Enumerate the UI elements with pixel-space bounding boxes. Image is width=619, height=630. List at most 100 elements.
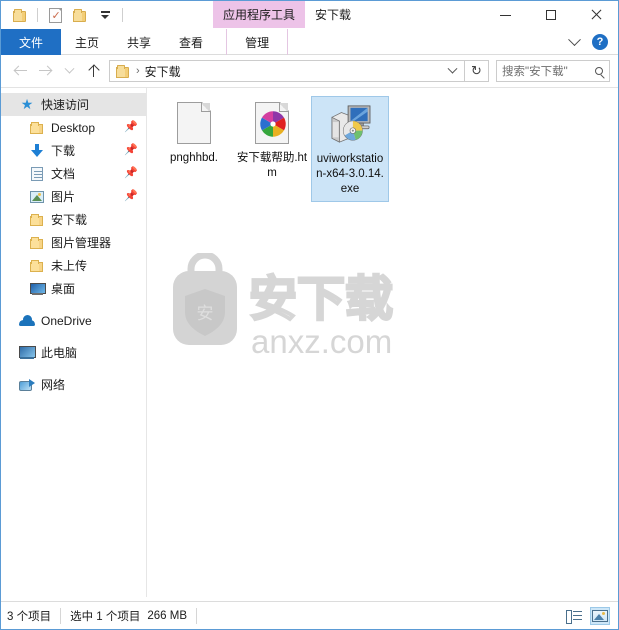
search-icon[interactable] xyxy=(595,67,603,75)
pin-icon[interactable]: 📌 xyxy=(124,190,138,202)
window-title: 安下载 xyxy=(315,1,351,28)
sidebar-item-onedrive[interactable]: OneDrive xyxy=(1,309,146,332)
tab-manage[interactable]: 管理 xyxy=(226,29,289,55)
help-icon[interactable]: ? xyxy=(592,34,608,50)
refresh-icon: ↻ xyxy=(471,63,482,78)
sidebar-item-documents[interactable]: 文档 📌 xyxy=(1,162,146,185)
tab-share-label: 共享 xyxy=(127,35,152,50)
sidebar-item-quick-access[interactable]: ★ 快速访问 xyxy=(1,93,146,116)
details-view-icon xyxy=(566,609,582,624)
file-item-label: 安下载帮助.htm xyxy=(236,152,308,179)
refresh-button[interactable]: ↻ xyxy=(465,60,489,82)
navigation-pane: ★ 快速访问 Desktop 📌 下载 📌 文档 📌 图片 📌 安下载 图片管理… xyxy=(1,88,147,597)
window-controls xyxy=(483,1,618,29)
tab-home[interactable]: 主页 xyxy=(61,29,113,55)
file-explorer-window: 应用程序工具 安下载 文件 主页 共享 查看 管理 xyxy=(0,0,619,630)
file-item-anxiazai-help-htm[interactable]: 安下载帮助.htm xyxy=(233,96,311,185)
view-toggle-group xyxy=(564,606,610,625)
nav-group-gap-1 xyxy=(1,300,146,309)
watermark-anxz: 安 安下载 anxz.com xyxy=(171,251,411,365)
maximize-button[interactable] xyxy=(528,1,573,29)
tab-file-label: 文件 xyxy=(19,35,44,50)
breadcrumb[interactable]: › 安下载 xyxy=(109,60,465,82)
sidebar-item-label: 未上传 xyxy=(51,259,88,273)
folder-icon xyxy=(29,212,45,228)
file-item-label: pnghhbd. xyxy=(170,152,218,164)
tab-file[interactable]: 文件 xyxy=(1,29,62,55)
file-item-uviworkstation-exe[interactable]: uviworkstation-x64-3.0.14.exe xyxy=(311,96,389,202)
search-input[interactable]: 搜索"安下载" xyxy=(496,60,610,82)
breadcrumb-separator: › xyxy=(136,65,140,77)
sidebar-item-label: OneDrive xyxy=(41,313,92,328)
breadcrumb-item-current[interactable]: 安下载 xyxy=(145,63,181,80)
close-button[interactable] xyxy=(573,1,618,29)
sidebar-item-image-manager[interactable]: 图片管理器 xyxy=(1,231,146,254)
large-icons-view-button[interactable] xyxy=(590,606,610,625)
sidebar-item-pictures[interactable]: 图片 📌 xyxy=(1,185,146,208)
arrow-up-icon xyxy=(87,64,100,78)
status-selection: 选中 1 个项目 xyxy=(70,610,141,623)
title-bar: 应用程序工具 安下载 xyxy=(1,1,618,29)
folder-icon[interactable] xyxy=(9,4,31,26)
pin-icon[interactable]: 📌 xyxy=(124,167,138,179)
expand-ribbon-button[interactable] xyxy=(565,32,583,51)
sidebar-item-network[interactable]: 网络 xyxy=(1,373,146,396)
sidebar-item-this-pc[interactable]: 此电脑 xyxy=(1,341,146,364)
recent-locations-button[interactable] xyxy=(57,59,81,83)
ribbon-tab-bar: 文件 主页 共享 查看 管理 ? xyxy=(1,29,618,55)
large-icons-view-icon xyxy=(592,609,608,622)
folder-icon xyxy=(29,235,45,251)
back-button[interactable] xyxy=(9,59,33,83)
tab-share[interactable]: 共享 xyxy=(113,29,165,55)
network-icon xyxy=(19,377,35,393)
status-size: 266 MB xyxy=(147,609,188,622)
sidebar-item-label: 网络 xyxy=(41,378,66,392)
sidebar-item-not-uploaded[interactable]: 未上传 xyxy=(1,254,146,277)
blank-page-icon xyxy=(169,99,219,147)
contextual-tab-header: 应用程序工具 xyxy=(213,1,305,28)
window-title-label: 安下载 xyxy=(315,8,352,22)
help-icon-label: ? xyxy=(596,36,604,48)
document-icon xyxy=(29,166,45,182)
status-divider-2 xyxy=(196,607,198,624)
up-button[interactable] xyxy=(81,59,105,83)
sidebar-item-label: 图片管理器 xyxy=(51,236,112,250)
sidebar-item-label: 快速访问 xyxy=(41,98,90,112)
nav-group-gap-2 xyxy=(1,332,146,341)
file-item-pnghhbd[interactable]: pnghhbd. xyxy=(155,96,233,170)
address-bar: › 安下载 ↻ 搜索"安下载" xyxy=(1,55,618,87)
sidebar-item-label: 此电脑 xyxy=(41,346,78,360)
sidebar-item-label: 文档 xyxy=(51,167,76,181)
status-item-count: 3 个项目 xyxy=(7,610,52,623)
folder-icon xyxy=(116,64,131,78)
arrow-right-icon xyxy=(38,65,52,77)
folder-icon xyxy=(29,120,45,136)
properties-icon[interactable] xyxy=(44,4,66,26)
new-folder-icon[interactable] xyxy=(69,4,91,26)
file-list-view[interactable]: 安 安下载 anxz.com pnghhbd. 安下载帮助.htm uviwor… xyxy=(147,88,618,597)
chevron-down-icon xyxy=(567,32,581,46)
status-divider xyxy=(60,607,62,624)
forward-button[interactable] xyxy=(33,59,57,83)
details-view-button[interactable] xyxy=(564,607,584,625)
folder-icon xyxy=(29,258,45,274)
sidebar-item-desktop-en[interactable]: Desktop 📌 xyxy=(1,116,146,139)
desktop-icon xyxy=(29,281,46,297)
tab-manage-label: 管理 xyxy=(245,35,270,50)
chevron-down-icon[interactable] xyxy=(447,63,458,74)
pin-icon[interactable]: 📌 xyxy=(124,144,138,156)
chevron-down-icon[interactable] xyxy=(94,4,116,26)
arrow-left-icon xyxy=(14,65,28,77)
nav-group-gap-3 xyxy=(1,364,146,373)
sidebar-item-desktop-cn[interactable]: 桌面 xyxy=(1,277,146,300)
contextual-tab-header-label: 应用程序工具 xyxy=(222,8,295,22)
qat-divider-1 xyxy=(37,8,38,22)
setup-exe-icon xyxy=(325,100,375,148)
pin-icon[interactable]: 📌 xyxy=(124,121,138,133)
tab-view[interactable]: 查看 xyxy=(165,29,217,55)
sidebar-item-anxiazai[interactable]: 安下载 xyxy=(1,208,146,231)
chevron-down-icon xyxy=(64,63,74,74)
minimize-button[interactable] xyxy=(483,1,528,29)
sidebar-item-downloads[interactable]: 下载 📌 xyxy=(1,139,146,162)
this-pc-icon xyxy=(19,345,36,361)
